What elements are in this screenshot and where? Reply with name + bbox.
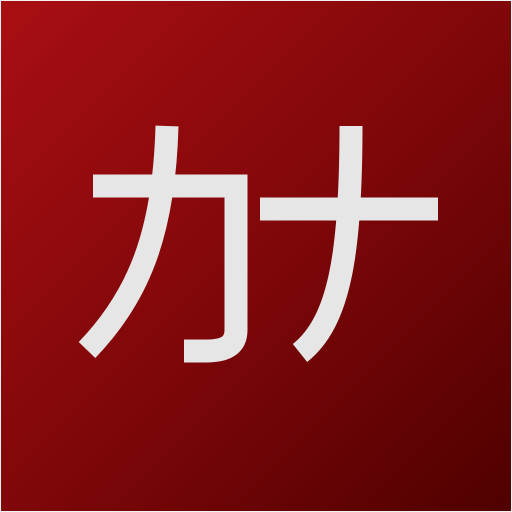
icon-background bbox=[0, 0, 512, 512]
app-icon-graphic bbox=[0, 0, 512, 512]
katakana-app-icon[interactable]: カナ bbox=[0, 0, 512, 512]
